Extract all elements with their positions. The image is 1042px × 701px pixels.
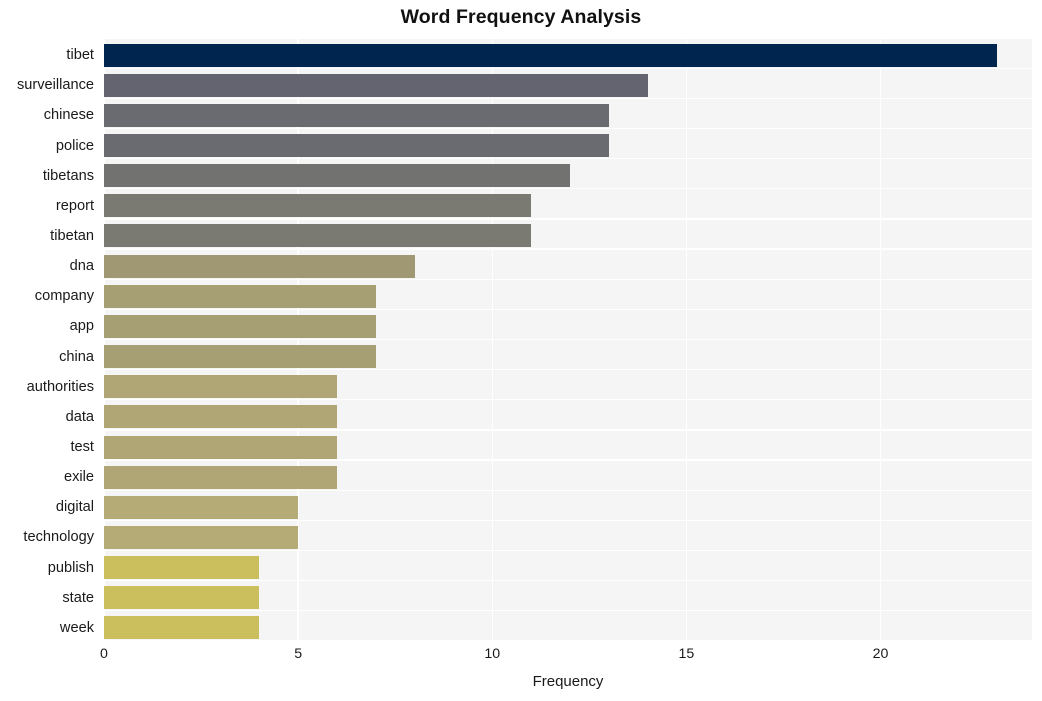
gridline-horizontal xyxy=(104,308,1032,310)
bar xyxy=(104,556,260,580)
y-axis-tick-labels: tibet surveillance chinese police tibetans re… xyxy=(0,38,104,641)
bar xyxy=(104,134,609,158)
y-tick-label: publish xyxy=(47,559,94,576)
gridline-horizontal xyxy=(104,429,1032,431)
bar xyxy=(104,43,998,67)
x-tick-label: 5 xyxy=(294,646,303,662)
bar xyxy=(104,73,648,97)
gridline-horizontal xyxy=(104,549,1032,552)
bar xyxy=(104,314,376,338)
bar xyxy=(104,345,376,369)
bar xyxy=(104,495,299,519)
x-axis-title: Frequency xyxy=(532,673,604,690)
gridline-horizontal xyxy=(104,188,1032,190)
gridline-horizontal xyxy=(104,38,1032,39)
y-tick-label: tibet xyxy=(66,47,94,64)
bar xyxy=(104,224,532,248)
gridline-horizontal xyxy=(104,519,1032,522)
bar xyxy=(104,194,532,218)
y-tick-label: test xyxy=(70,439,94,456)
gridline-horizontal xyxy=(104,399,1032,401)
x-tick-label: 10 xyxy=(484,646,501,662)
bar xyxy=(104,164,570,188)
y-tick-label: tibetan xyxy=(50,227,94,244)
gridline-horizontal xyxy=(104,610,1032,612)
y-tick-label: app xyxy=(69,318,94,335)
bar xyxy=(104,405,337,429)
y-tick-label: chinese xyxy=(43,107,94,124)
x-tick-label: 20 xyxy=(872,646,889,662)
bar xyxy=(104,586,260,610)
bar xyxy=(104,435,337,459)
y-tick-label: state xyxy=(62,589,94,606)
bar xyxy=(104,254,415,278)
chart-figure: Word Frequency Analysis tibet surveillanc… xyxy=(0,0,1042,701)
bar xyxy=(104,525,299,549)
plot-area xyxy=(104,38,1032,641)
y-tick-label: china xyxy=(59,348,94,365)
bar xyxy=(104,103,609,127)
gridline-horizontal xyxy=(104,278,1032,280)
y-tick-label: data xyxy=(65,408,94,425)
y-tick-label: exile xyxy=(63,469,94,486)
y-tick-label: police xyxy=(55,137,94,154)
gridline-horizontal xyxy=(104,369,1032,371)
x-axis-tick-labels: 0 5 10 15 20 xyxy=(100,641,1032,671)
y-tick-label: company xyxy=(34,288,94,305)
gridline-horizontal xyxy=(104,489,1032,491)
gridline-horizontal xyxy=(104,338,1032,341)
bar xyxy=(104,284,376,308)
bar xyxy=(104,375,337,399)
y-tick-label: surveillance xyxy=(16,77,94,94)
gridline-horizontal xyxy=(104,67,1032,69)
x-tick-label: 15 xyxy=(678,646,695,662)
gridline-horizontal xyxy=(104,97,1032,99)
gridline-horizontal xyxy=(104,127,1032,130)
gridline-horizontal xyxy=(104,248,1032,250)
gridline-horizontal xyxy=(104,459,1032,461)
x-tick-label: 0 xyxy=(100,646,108,662)
y-tick-label: week xyxy=(59,619,94,636)
y-tick-label: dna xyxy=(69,258,94,275)
gridline-horizontal xyxy=(104,580,1032,582)
y-tick-label: digital xyxy=(55,499,94,516)
y-tick-label: technology xyxy=(23,529,94,546)
y-tick-label: authorities xyxy=(26,378,94,395)
y-tick-label: tibetans xyxy=(42,167,94,184)
bar xyxy=(104,616,260,640)
y-tick-label: report xyxy=(55,197,94,214)
bar xyxy=(104,465,337,489)
gridline-horizontal xyxy=(104,157,1032,160)
gridline-horizontal xyxy=(104,218,1032,220)
chart-title: Word Frequency Analysis xyxy=(400,6,642,28)
